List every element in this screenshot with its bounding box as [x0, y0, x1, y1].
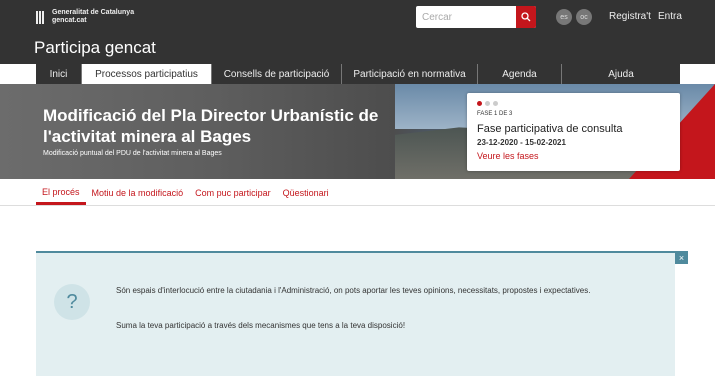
tab-com-participar[interactable]: Com puc participar [189, 181, 277, 205]
generalitat-logo-icon [36, 10, 47, 24]
nav-item-consells[interactable]: Consells de participació [212, 64, 342, 84]
phase-label: FASE 1 DE 3 [477, 111, 513, 117]
top-bar: Generalitat de Catalunya gencat.cat es o… [0, 0, 715, 64]
phase-name: Fase participativa de consulta [477, 123, 623, 135]
info-text-2: Suma la teva participació a través dels … [116, 321, 406, 330]
phase-dot-3 [493, 101, 498, 106]
question-icon: ? [54, 284, 90, 320]
search-icon [521, 12, 531, 22]
close-icon[interactable]: × [675, 251, 688, 264]
nav-item-inici[interactable]: Inici [36, 64, 82, 84]
phase-dot-1 [477, 101, 482, 106]
nav-item-ajuda[interactable]: Ajuda [562, 64, 680, 84]
language-es-button[interactable]: es [556, 9, 572, 25]
site-title[interactable]: Participa gencat [34, 38, 156, 58]
logo-line-1: Generalitat de Catalunya [52, 9, 135, 16]
nav-item-processos[interactable]: Processos participatius [82, 64, 212, 84]
process-title: Modificació del Pla Director Urbanístic … [43, 106, 379, 146]
process-tabs: El procés Motiu de la modificació Com pu… [36, 181, 335, 205]
phase-dot-2 [485, 101, 490, 106]
nav-item-normativa[interactable]: Participació en normativa [342, 64, 478, 84]
nav-item-agenda[interactable]: Agenda [478, 64, 562, 84]
phase-dates: 23-12-2020 - 15-02-2021 [477, 138, 566, 147]
tab-questionari[interactable]: Qüestionari [277, 181, 335, 205]
search-input[interactable] [416, 6, 516, 28]
register-link[interactable]: Registra't [609, 11, 651, 22]
language-oc-button[interactable]: oc [576, 9, 592, 25]
process-subtitle: Modificació puntual del PDU de l'activit… [43, 150, 222, 157]
logo-text: Generalitat de Catalunya gencat.cat [52, 9, 134, 25]
info-text-1: Són espais d'interlocució entre la ciuta… [116, 286, 591, 295]
info-callout: ? Són espais d'interlocució entre la ciu… [36, 251, 675, 376]
search-box [416, 6, 536, 28]
tab-motiu[interactable]: Motiu de la modificació [86, 181, 190, 205]
login-link[interactable]: Entra [658, 11, 682, 22]
generalitat-logo[interactable]: Generalitat de Catalunya gencat.cat [36, 9, 134, 25]
phase-progress-dots [477, 101, 498, 106]
logo-line-2: gencat.cat [52, 17, 87, 24]
search-button[interactable] [516, 6, 536, 28]
phase-card: FASE 1 DE 3 Fase participativa de consul… [467, 93, 680, 171]
view-phases-link[interactable]: Veure les fases [477, 151, 539, 161]
main-nav: Inici Processos participatius Consells d… [36, 64, 680, 84]
tabs-divider [0, 205, 715, 206]
tab-el-proces[interactable]: El procés [36, 181, 86, 205]
